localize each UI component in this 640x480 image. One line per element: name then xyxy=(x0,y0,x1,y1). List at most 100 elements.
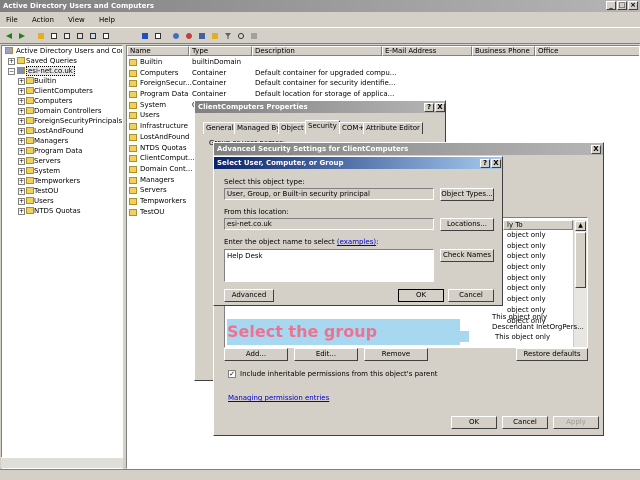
tree-item-clientcomputers[interactable]: + ClientComputers xyxy=(2,86,122,96)
apply-to-column-header[interactable]: ly To xyxy=(503,220,573,230)
permission-row-apply-to[interactable]: object only xyxy=(507,262,573,273)
up-icon[interactable] xyxy=(35,30,46,41)
menu-file[interactable]: File xyxy=(6,16,18,24)
maximize-button[interactable]: □ xyxy=(617,1,627,10)
locations-button[interactable]: Locations... xyxy=(440,218,494,231)
tab-managed-by[interactable]: Managed By xyxy=(234,122,284,134)
tree-item-domain[interactable]: − esi-net.co.uk xyxy=(2,66,122,76)
tree-item-tempworkers[interactable]: + Tempworkers xyxy=(2,176,122,186)
properties-close-button[interactable]: X xyxy=(435,103,445,112)
list-item-type: Container xyxy=(192,68,227,77)
help-icon[interactable] xyxy=(139,30,150,41)
folder-icon xyxy=(129,176,137,184)
advanced-cancel-button[interactable]: Cancel xyxy=(502,416,548,429)
menu-help[interactable]: Help xyxy=(99,16,115,24)
menu-action[interactable]: Action xyxy=(32,16,54,24)
tree-item-testou[interactable]: + TestOU xyxy=(2,186,122,196)
properties-icon[interactable] xyxy=(74,30,85,41)
back-icon[interactable] xyxy=(3,30,14,41)
object-types-button[interactable]: Object Types... xyxy=(440,188,494,201)
column-header-email[interactable]: E-Mail Address xyxy=(382,46,472,56)
users-icon[interactable] xyxy=(170,30,181,41)
console-tree-icon[interactable] xyxy=(48,30,59,41)
restore-defaults-button[interactable]: Restore defaults xyxy=(516,348,588,361)
tree-item-foreign-security[interactable]: + ForeignSecurityPrincipals xyxy=(2,116,122,126)
close-button[interactable]: × xyxy=(628,1,638,10)
list-item[interactable]: Builtin builtinDomain xyxy=(127,57,639,68)
console-icon[interactable] xyxy=(152,30,163,41)
console-tree[interactable]: Active Directory Users and Comput + Save… xyxy=(1,45,123,469)
tree-item-domain-controllers[interactable]: + Domain Controllers xyxy=(2,106,122,116)
permission-row-apply-to[interactable]: object only xyxy=(507,294,573,305)
select-ok-button[interactable]: OK xyxy=(398,289,444,302)
find-icon[interactable] xyxy=(235,30,246,41)
column-header-office[interactable]: Office xyxy=(535,46,639,56)
list-item[interactable]: ForeignSecur... Container Default containe… xyxy=(127,78,639,89)
tree-item-builtin[interactable]: + Builtin xyxy=(2,76,122,86)
tree-item-computers[interactable]: + Computers xyxy=(2,96,122,106)
permission-row-apply-to[interactable]: object only xyxy=(507,241,573,252)
advanced-search-button[interactable]: Advanced xyxy=(224,289,274,302)
tree-item-system[interactable]: + System xyxy=(2,166,122,176)
list-item-name: Infrastructure xyxy=(140,122,188,131)
tree-item-managers[interactable]: + Managers xyxy=(2,136,122,146)
edit-permission-button[interactable]: Edit... xyxy=(294,348,358,361)
remove-permission-button[interactable]: Remove xyxy=(364,348,428,361)
permission-row-apply-to[interactable]: object only xyxy=(507,283,573,294)
select-cancel-button[interactable]: Cancel xyxy=(448,289,494,302)
check-names-button[interactable]: Check Names xyxy=(440,249,494,262)
list-item[interactable]: Computers Container Default container for … xyxy=(127,68,639,79)
tree-root[interactable]: Active Directory Users and Comput xyxy=(2,46,122,56)
list-item[interactable]: Program Data Container Default location fo… xyxy=(127,89,639,100)
folder-icon xyxy=(129,155,137,163)
select-help-button[interactable]: ? xyxy=(480,159,490,168)
new-ou-icon[interactable] xyxy=(209,30,220,41)
scroll-up-icon[interactable]: ▲ xyxy=(575,221,586,231)
annotation-text: Select the group xyxy=(227,322,378,341)
new-group-icon[interactable] xyxy=(196,30,207,41)
advanced-close-button[interactable]: X xyxy=(591,145,601,154)
tab-object[interactable]: Object xyxy=(278,122,307,134)
add-permission-button[interactable]: Add... xyxy=(224,348,288,361)
scroll-thumb[interactable] xyxy=(575,232,586,288)
forward-icon[interactable] xyxy=(16,30,27,41)
list-item-description: Default location for storage of applica.… xyxy=(255,90,395,99)
tab-security[interactable]: Security xyxy=(305,120,340,134)
permission-row-apply-to[interactable]: object only xyxy=(507,251,573,262)
tree-item-program-data[interactable]: + Program Data xyxy=(2,146,122,156)
column-header-name[interactable]: Name xyxy=(127,46,189,56)
tree-item-lostandfound[interactable]: + LostAndFound xyxy=(2,126,122,136)
examples-link[interactable]: (examples) xyxy=(337,238,376,246)
menu-view[interactable]: View xyxy=(68,16,85,24)
tree-horizontal-scrollbar[interactable] xyxy=(1,457,123,468)
tree-item-ntds-quotas[interactable]: + NTDS Quotas xyxy=(2,206,122,216)
column-header-description[interactable]: Description xyxy=(252,46,382,56)
advanced-ok-button[interactable]: OK xyxy=(451,416,497,429)
tree-item-users[interactable]: + Users xyxy=(2,196,122,206)
list-item-name: Users xyxy=(140,111,160,120)
refresh-icon[interactable] xyxy=(87,30,98,41)
export-icon[interactable] xyxy=(100,30,111,41)
inherit-checkbox[interactable]: ✓ xyxy=(228,370,236,378)
tab-general[interactable]: General xyxy=(203,122,237,134)
delete-icon[interactable] xyxy=(61,30,72,41)
list-item-name: System xyxy=(140,100,167,109)
column-header-phone[interactable]: Business Phone xyxy=(472,46,535,56)
permission-row-apply-to[interactable]: object only xyxy=(507,273,573,284)
tree-item-servers[interactable]: + Servers xyxy=(2,156,122,166)
main-title-bar: Active Directory Users and Computers xyxy=(0,0,640,12)
new-user-icon[interactable] xyxy=(183,30,194,41)
object-name-input[interactable]: Help Desk xyxy=(224,249,434,282)
advanced-apply-button[interactable]: Apply xyxy=(553,416,599,429)
tree-item-saved-queries[interactable]: + Saved Queries xyxy=(2,56,122,66)
folder-icon xyxy=(129,208,137,216)
properties-help-button[interactable]: ? xyxy=(424,103,434,112)
permission-row-apply-to[interactable]: object only xyxy=(507,230,573,241)
select-close-button[interactable]: X xyxy=(491,159,501,168)
minimize-button[interactable]: _ xyxy=(606,1,616,10)
tab-attribute-editor[interactable]: Attribute Editor xyxy=(363,122,423,134)
column-header-type[interactable]: Type xyxy=(189,46,252,56)
managing-permission-entries-link[interactable]: Managing permission entries xyxy=(228,394,329,402)
add-to-group-icon[interactable] xyxy=(248,30,259,41)
filter-icon[interactable] xyxy=(222,30,233,41)
